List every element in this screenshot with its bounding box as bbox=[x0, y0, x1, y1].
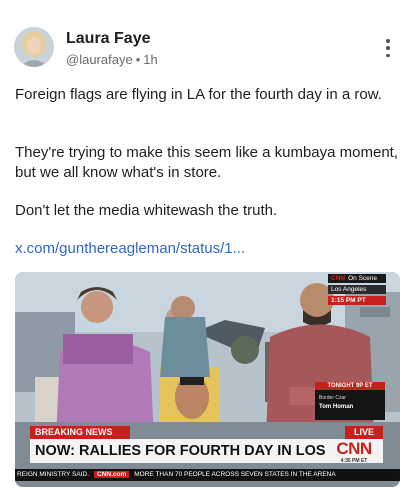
post-link[interactable]: x.com/gunthereagleman/status/1... bbox=[15, 240, 245, 257]
on-scene-label: On Scene bbox=[348, 275, 378, 282]
post-age[interactable]: 1h bbox=[143, 52, 157, 67]
post-card: Laura Faye @laurafaye • 1h Foreign flags a… bbox=[0, 0, 415, 500]
post-paragraph: They're trying to make this seem like a … bbox=[15, 144, 399, 181]
cnn-logo: CNN 4:35 PM ET bbox=[325, 439, 383, 464]
chyron-headline: NOW: RALLIES FOR FOURTH DAY IN LOS ANGEL… bbox=[30, 439, 325, 463]
ticker-left: REIGN MINISTRY SAID. bbox=[17, 471, 89, 478]
local-time-label: 1:15 PM PT bbox=[328, 296, 386, 305]
post-meta: @laurafaye • 1h bbox=[66, 52, 158, 67]
location-label: Los Angeles bbox=[328, 285, 386, 294]
video-player[interactable]: CNN On Scene Los Angeles 1:15 PM PT TONIG… bbox=[15, 272, 400, 487]
live-badge: LIVE bbox=[345, 426, 383, 439]
breaking-news-label: BREAKING NEWS bbox=[30, 426, 130, 439]
teaser-sub: Border Czar bbox=[319, 395, 346, 401]
logo-time: 4:35 PM ET bbox=[340, 458, 368, 464]
cnn-badge: CNN bbox=[331, 275, 346, 282]
author-name[interactable]: Laura Faye bbox=[66, 30, 150, 48]
logo-text: CNN bbox=[336, 439, 372, 458]
tonight-teaser: TONIGHT 9P ET Border Czar Tom Homan bbox=[315, 382, 385, 420]
teaser-name: Tom Homan bbox=[319, 404, 354, 410]
more-vertical-icon bbox=[386, 39, 390, 43]
more-options-button[interactable] bbox=[378, 37, 398, 59]
post-paragraph: Don't let the media whitewash the truth. bbox=[15, 202, 278, 219]
ticker-right: MORE THAN 70 PEOPLE ACROSS SEVEN STATES … bbox=[134, 471, 336, 478]
avatar[interactable] bbox=[14, 27, 54, 67]
teaser-label: TONIGHT 9P ET bbox=[315, 382, 385, 390]
news-ticker: REIGN MINISTRY SAID. CNN.com MORE THAN 70 … bbox=[15, 469, 400, 481]
cnn-status-box: CNN On Scene Los Angeles 1:15 PM PT bbox=[328, 274, 386, 307]
post-paragraph: Foreign flags are flying in LA for the f… bbox=[15, 86, 382, 103]
ticker-brand: CNN.com bbox=[94, 471, 130, 478]
meta-separator: • bbox=[135, 52, 141, 67]
author-handle[interactable]: @laurafaye bbox=[66, 52, 133, 67]
